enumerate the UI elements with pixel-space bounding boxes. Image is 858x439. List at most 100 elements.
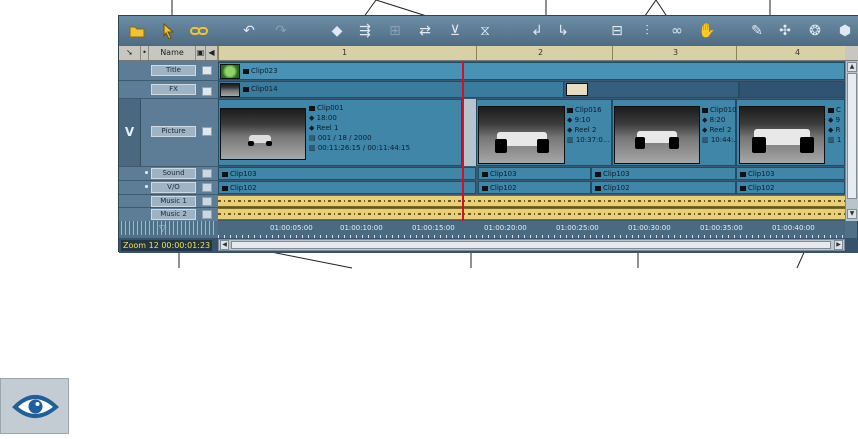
track-name-music1[interactable]: Music 1 <box>151 196 196 207</box>
timeline-editor-window: ↶ ↷ ◆ ⇶ ⊞ ⇄ ⊻ ⧖ ↲ ↳ ⊟ ⫶ ∞ ✋ ✎ ✣ ❂ ⬢ ➘ • … <box>118 15 858 253</box>
clip-name: C <box>828 106 841 115</box>
ripple-icon[interactable]: ⇶ <box>355 21 375 41</box>
split-icon[interactable]: ⧖ <box>475 21 495 41</box>
sound-clip[interactable]: Clip103 <box>591 167 736 180</box>
ruler-mark: 4 <box>795 48 801 57</box>
speaker-icon[interactable] <box>202 210 212 219</box>
speaker-icon[interactable] <box>202 183 212 192</box>
clip-thumbnail <box>220 83 240 97</box>
timeline-tracks[interactable]: Clip023 Clip014 Clip001 ◆ 18:00 ◆ Reel 1… <box>218 61 845 221</box>
undo-icon[interactable]: ↶ <box>239 21 259 41</box>
music-2-waveform[interactable] <box>218 208 845 220</box>
clip-reel: ◆ Reel 2 <box>702 126 732 134</box>
folder-icon[interactable] <box>127 21 147 41</box>
sound-clip[interactable]: Clip103 <box>736 167 845 180</box>
picture-clip-partial[interactable]: C ◆ 9 ◆ R ▥ 1 <box>736 99 845 166</box>
arrow-icon[interactable]: ➘ <box>119 46 141 60</box>
clip-thumbnail <box>478 106 565 164</box>
zoom-ruler[interactable] <box>121 221 216 235</box>
horizontal-scrollbar[interactable]: ◀ ▶ <box>218 239 845 251</box>
tool-c-icon[interactable]: ❂ <box>805 21 825 41</box>
clip-name: Clip001 <box>309 104 344 113</box>
scroll-right-button[interactable]: ▶ <box>834 240 843 250</box>
zoom-readout: Zoom 12 00:00:01:23 <box>121 240 213 251</box>
picture-clip-001[interactable]: Clip001 ◆ 18:00 ◆ Reel 1 ▤ 001 / 18 / 20… <box>218 99 462 166</box>
scroll-up-button[interactable]: ▲ <box>847 62 857 72</box>
sound-clip[interactable]: Clip103 <box>478 167 591 180</box>
track-name-picture[interactable]: Picture <box>151 126 196 137</box>
speaker-icon[interactable] <box>202 197 212 206</box>
ruler-mark: 1 <box>342 48 348 57</box>
monitor-col-icon: ▣ <box>196 46 206 60</box>
pointer-icon[interactable] <box>159 21 179 41</box>
clip-duration: ◆ 18:00 <box>309 114 337 122</box>
track-name-sound[interactable]: Sound <box>151 168 196 179</box>
vo-clip[interactable]: Clip102 <box>591 181 736 194</box>
clip-thumbnail <box>739 106 825 164</box>
timecode-label: 01:00:10:00 <box>340 224 383 232</box>
playhead[interactable] <box>462 61 464 221</box>
filter-icon[interactable]: ⊻ <box>445 21 465 41</box>
dot-col: • <box>141 46 149 60</box>
tool-a-icon[interactable]: ✎ <box>747 21 767 41</box>
ruler-mark: 2 <box>538 48 544 57</box>
zoom-row: Zoom 12 00:00:01:23 ◀ ▶ <box>119 238 858 253</box>
vo-clip[interactable]: Clip102 <box>736 181 845 194</box>
track-monitor-button[interactable] <box>202 127 212 136</box>
insert-icon[interactable]: ↲ <box>527 21 547 41</box>
box-icon[interactable]: ⬢ <box>835 21 855 41</box>
title-clip[interactable]: Clip023 <box>218 62 845 80</box>
clip-duration: ◆ 9:10 <box>567 116 591 124</box>
vo-clip[interactable]: Clip102 <box>218 181 476 194</box>
picture-clip-010[interactable]: Clip010 ◆ 8:20 ◆ Reel 2 ▥ 10:44:... <box>612 99 740 166</box>
vertical-scroll-thumb[interactable] <box>847 73 857 199</box>
sound-clip[interactable]: Clip103 <box>218 167 476 180</box>
overwrite-icon[interactable]: ↳ <box>553 21 573 41</box>
track-name-vo[interactable]: V/O <box>151 182 196 193</box>
timecode-label: 01:00:15:00 <box>412 224 455 232</box>
fx-transition[interactable] <box>563 81 739 98</box>
link-icon[interactable] <box>189 21 209 41</box>
hand-icon[interactable]: ✋ <box>697 21 717 41</box>
horizontal-scroll-thumb[interactable] <box>231 241 831 249</box>
music-1-waveform[interactable] <box>218 195 845 207</box>
clip-timecode: ▥ 00:11:26:15 / 00:11:44:15 <box>309 144 411 152</box>
tool-b-icon[interactable]: ✣ <box>775 21 795 41</box>
track-name-music2[interactable]: Music 2 <box>151 209 196 220</box>
ruler-mark: 3 <box>673 48 679 57</box>
track-name-title[interactable]: Title <box>151 65 196 76</box>
scroll-down-button[interactable]: ▼ <box>847 209 857 219</box>
fx-segment[interactable] <box>739 81 845 98</box>
clip-date: ▤ 001 / 18 / 2000 <box>309 134 372 142</box>
trim-icon[interactable]: ⊞ <box>385 21 405 41</box>
clip-thumbnail <box>220 108 306 160</box>
name-col-header: Name <box>149 46 196 60</box>
eye-icon[interactable] <box>0 378 69 434</box>
clip-duration: ◆ 9 <box>828 116 841 124</box>
track-monitor-button[interactable] <box>202 66 212 75</box>
speaker-icon[interactable] <box>202 169 212 178</box>
vertical-scrollbar[interactable]: ▲ ▼ <box>845 61 858 221</box>
timecode-bar[interactable]: 01:00:05:00 01:00:10:00 01:00:15:00 01:0… <box>218 221 845 238</box>
swap-icon[interactable]: ⇄ <box>415 21 435 41</box>
timecode-label: 01:00:40:00 <box>772 224 815 232</box>
track-name-fx[interactable]: FX <box>151 84 196 95</box>
track-monitor-button[interactable] <box>202 87 212 96</box>
razor-icon[interactable]: ◆ <box>327 21 347 41</box>
loop-icon[interactable]: ∞ <box>667 21 687 41</box>
track-dot <box>145 185 148 188</box>
clip-label: Clip014 <box>243 85 278 94</box>
vo-clip[interactable]: Clip102 <box>478 181 591 194</box>
zoom-marker-icon[interactable]: ▽ <box>159 224 166 234</box>
scroll-left-button[interactable]: ◀ <box>220 240 229 250</box>
picture-clip-016[interactable]: Clip016 ◆ 9:10 ◆ Reel 2 ▥ 10:37:0... <box>476 99 612 166</box>
clip-name: Clip016 <box>567 106 602 115</box>
toolbar: ↶ ↷ ◆ ⇶ ⊞ ⇄ ⊻ ⧖ ↲ ↳ ⊟ ⫶ ∞ ✋ ✎ ✣ ❂ ⬢ <box>119 16 858 47</box>
timecode-label: 01:00:25:00 <box>556 224 599 232</box>
redo-icon[interactable]: ↷ <box>271 21 291 41</box>
fit-icon[interactable]: ⊟ <box>607 21 627 41</box>
timecode-label: 01:00:20:00 <box>484 224 527 232</box>
picture-gap[interactable] <box>462 99 476 166</box>
time-ruler[interactable]: 1 2 3 4 <box>218 46 845 60</box>
mixer-icon[interactable]: ⫶ <box>637 21 657 41</box>
